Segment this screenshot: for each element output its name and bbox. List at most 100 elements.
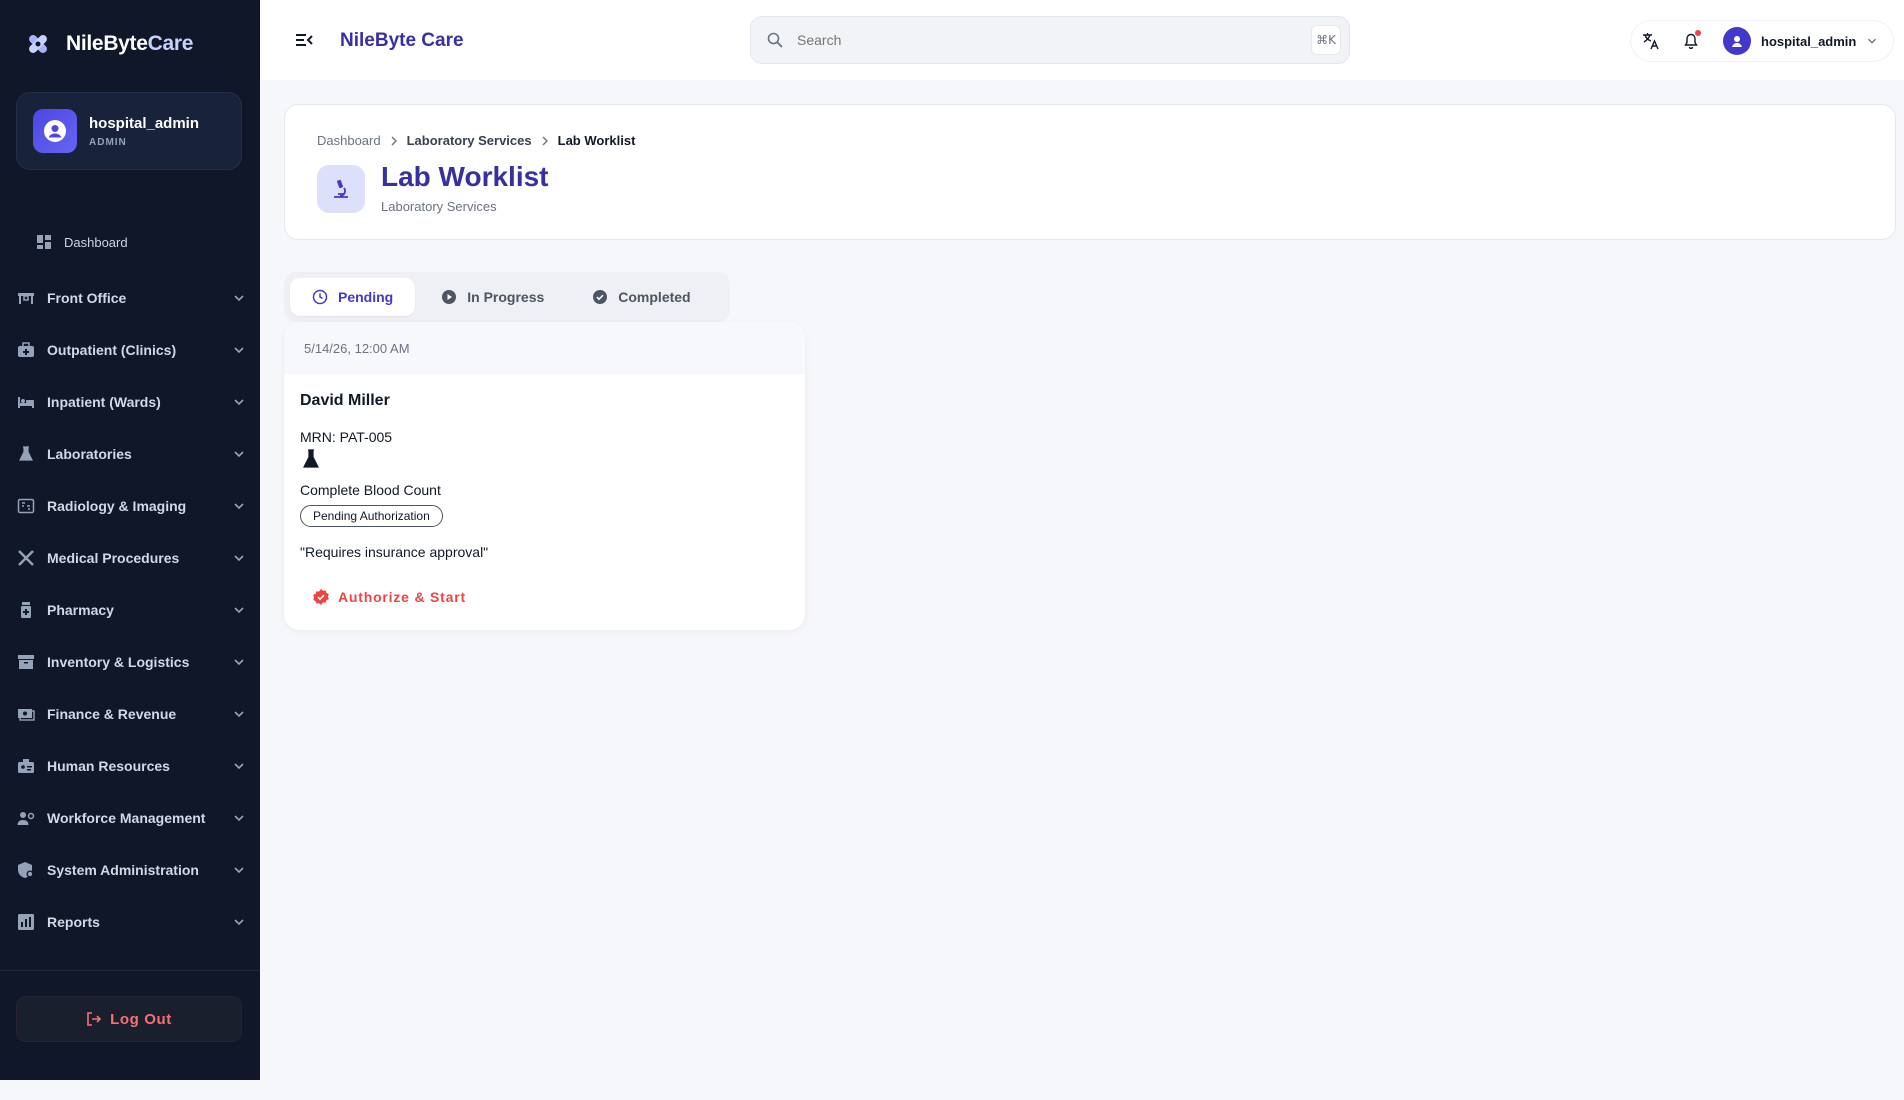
brand-name: NileByteCare (66, 32, 194, 55)
tab-completed[interactable]: Completed (570, 278, 712, 316)
sidebar-item-label: System Administration (47, 862, 199, 878)
tab-in-progress[interactable]: In Progress (419, 278, 566, 316)
verified-icon (313, 589, 329, 605)
top-user-name: hospital_admin (1761, 33, 1857, 49)
menu-collapse-icon[interactable] (294, 30, 314, 50)
chevron-right-icon (391, 136, 397, 145)
sidebar-item-system-admin[interactable]: System Administration (0, 844, 260, 896)
sidebar-item-label: Inventory & Logistics (47, 654, 190, 670)
sidebar-item-hr[interactable]: Human Resources (0, 740, 260, 792)
sidebar-item-label: Front Office (47, 290, 127, 306)
chevron-down-icon (234, 815, 244, 822)
chevron-down-icon (234, 659, 244, 666)
app-title: NileByte Care (340, 30, 464, 51)
test-name: Complete Blood Count (300, 482, 441, 498)
chevron-down-icon (234, 711, 244, 718)
status-tabs: Pending In Progress Completed (284, 272, 730, 322)
avatar (1723, 27, 1751, 55)
microscope-icon (334, 179, 348, 198)
user-menu[interactable]: hospital_admin (1723, 27, 1878, 55)
sidebar-item-finance[interactable]: Finance & Revenue (0, 688, 260, 740)
shortcut-badge: ⌘K (1311, 25, 1341, 55)
chevron-down-icon (1868, 38, 1877, 44)
tab-label: Completed (618, 289, 691, 305)
sidebar-item-label: Inpatient (Wards) (47, 394, 161, 410)
archive-icon (17, 653, 35, 671)
chevron-right-icon (542, 136, 548, 145)
chevron-down-icon (234, 503, 244, 510)
language-button[interactable] (1631, 21, 1671, 61)
scan-icon (17, 497, 35, 515)
brand[interactable]: NileByteCare (24, 30, 193, 58)
translate-icon (1643, 33, 1659, 50)
sidebar-item-front-office[interactable]: Front Office (0, 272, 260, 324)
notification-dot (1695, 30, 1701, 36)
dashboard-icon (37, 235, 51, 249)
user-name: hospital_admin (89, 114, 200, 132)
play-circle-icon (442, 290, 457, 304)
user-card[interactable]: hospital_admin ADMIN (16, 92, 242, 170)
chevron-down-icon (234, 295, 244, 302)
sidebar-nav: Front Office Outpatient (Clinics) Inpati… (0, 272, 260, 948)
sidebar-item-label: Human Resources (47, 758, 170, 774)
authorize-label: Authorize & Start (338, 589, 466, 605)
logo-icon (29, 35, 47, 53)
sidebar-item-outpatient[interactable]: Outpatient (Clinics) (0, 324, 260, 376)
page-icon (317, 165, 365, 213)
sidebar-item-pharmacy[interactable]: Pharmacy (0, 584, 260, 636)
sidebar-item-label: Finance & Revenue (47, 706, 177, 722)
search-input[interactable] (797, 32, 1297, 48)
chevron-down-icon (234, 867, 244, 874)
sidebar: NileByteCare hospital_admin ADMIN Dashbo… (0, 0, 260, 1080)
lab-order-card: 5/14/26, 12:00 AM David Miller MRN: PAT-… (284, 322, 805, 630)
chevron-down-icon (234, 347, 244, 354)
sidebar-item-label: Dashboard (64, 234, 128, 250)
patient-mrn: MRN: PAT-005 (300, 429, 393, 445)
sidebar-item-procedures[interactable]: Medical Procedures (0, 532, 260, 584)
shield-gear-icon (17, 861, 35, 879)
tools-icon (17, 549, 35, 567)
sidebar-item-label: Workforce Management (47, 810, 206, 826)
sidebar-divider (0, 970, 260, 971)
page-header: Dashboard Laboratory Services Lab Workli… (284, 104, 1896, 240)
status-badge: Pending Authorization (300, 505, 443, 527)
sidebar-item-workforce[interactable]: Workforce Management (0, 792, 260, 844)
patient-name: David Miller (300, 392, 390, 409)
bed-icon (17, 393, 35, 411)
sidebar-item-label: Reports (47, 914, 100, 930)
chevron-down-icon (234, 555, 244, 562)
page-subtitle: Laboratory Services (381, 199, 497, 214)
check-circle-icon (593, 290, 608, 304)
page-title: Lab Worklist (381, 161, 549, 192)
sidebar-item-radiology[interactable]: Radiology & Imaging (0, 480, 260, 532)
user-icon (1732, 36, 1742, 47)
authorize-start-button[interactable]: Authorize & Start (312, 588, 466, 606)
breadcrumb-lab-services[interactable]: Laboratory Services (407, 133, 532, 148)
logout-label: Log Out (110, 1010, 172, 1028)
logout-button[interactable]: Log Out (16, 996, 242, 1042)
chevron-down-icon (234, 919, 244, 926)
order-note: "Requires insurance approval" (300, 544, 489, 560)
people-gear-icon (17, 809, 35, 827)
search-bar[interactable]: ⌘K (750, 16, 1350, 64)
sidebar-item-laboratories[interactable]: Laboratories (0, 428, 260, 480)
medical-bag-icon (17, 341, 35, 359)
top-actions: hospital_admin (1630, 20, 1894, 62)
order-date: 5/14/26, 12:00 AM (284, 322, 805, 374)
sidebar-item-reports[interactable]: Reports (0, 896, 260, 948)
sidebar-item-label: Medical Procedures (47, 550, 180, 566)
sidebar-item-dashboard[interactable]: Dashboard (36, 234, 128, 250)
tab-pending[interactable]: Pending (290, 278, 416, 316)
breadcrumb-dashboard[interactable]: Dashboard (317, 133, 381, 148)
front-desk-icon (17, 289, 35, 307)
flask-icon (303, 449, 319, 468)
notifications-button[interactable] (1671, 21, 1711, 61)
medicine-bottle-icon (17, 601, 35, 619)
sidebar-item-inventory[interactable]: Inventory & Logistics (0, 636, 260, 688)
chevron-down-icon (234, 607, 244, 614)
sidebar-item-inpatient[interactable]: Inpatient (Wards) (0, 376, 260, 428)
badge-icon (17, 757, 35, 775)
sidebar-item-label: Laboratories (47, 446, 132, 462)
chevron-down-icon (234, 399, 244, 406)
tab-label: Pending (338, 289, 394, 305)
